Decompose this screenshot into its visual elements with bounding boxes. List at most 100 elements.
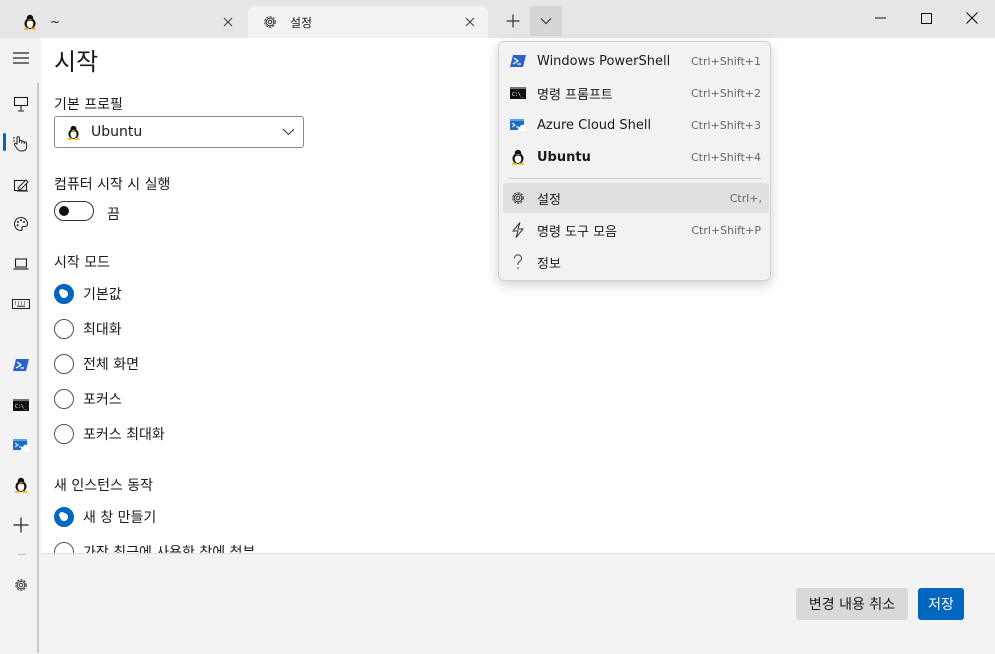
ubuntu-tux-icon xyxy=(14,477,28,493)
hamburger-icon xyxy=(13,52,29,64)
powershell-icon xyxy=(509,52,527,70)
menu-item-shortcut: Ctrl+Shift+2 xyxy=(690,86,761,100)
menu-item-label: 정보 xyxy=(537,256,561,272)
menu-item-shortcut: Ctrl+Shift+P xyxy=(691,223,761,237)
azure-cloud-shell-icon xyxy=(13,439,29,451)
default-profile-label: 기본 프로필 xyxy=(54,97,123,113)
ubuntu-tux-icon xyxy=(509,148,527,166)
new-tab-button[interactable] xyxy=(497,6,529,36)
nav-selection-indicator xyxy=(3,133,6,151)
radio-launch-mode-maximized-focus[interactable]: 포커스 최대화 xyxy=(54,423,165,445)
appearance-icon xyxy=(13,179,29,192)
nav-item-powershell[interactable] xyxy=(8,352,34,378)
menu-item-label: Windows PowerShell xyxy=(537,53,671,69)
nav-item-command-prompt[interactable]: C:\_ xyxy=(8,392,34,418)
tab-label: 설정 xyxy=(290,15,313,30)
nav-item-color-schemes[interactable] xyxy=(8,211,34,237)
minimize-icon xyxy=(874,17,886,19)
nav-item-appearance[interactable] xyxy=(8,172,34,198)
chevron-down-icon xyxy=(540,18,552,25)
launch-on-startup-label: 컴퓨터 시작 시 실행 xyxy=(54,177,171,193)
radio-circle xyxy=(54,389,74,409)
svg-text:C:\_: C:\_ xyxy=(512,92,525,98)
maximize-button[interactable] xyxy=(903,0,949,36)
palette-icon xyxy=(13,216,29,232)
menu-item-settings[interactable]: 설정 Ctrl+, xyxy=(503,183,769,213)
radio-label: 포커스 최대화 xyxy=(83,427,165,443)
save-button[interactable]: 저장 xyxy=(918,588,964,620)
nav-item-open-json[interactable] xyxy=(8,572,34,598)
menu-item-shortcut: Ctrl+Shift+4 xyxy=(690,150,761,164)
title-bar: ~ 설정 xyxy=(0,0,995,38)
radio-label: 포커스 xyxy=(83,392,122,408)
discard-changes-button[interactable]: 변경 내용 취소 xyxy=(796,588,908,620)
menu-item-ubuntu[interactable]: Ubuntu Ctrl+Shift+4 xyxy=(499,142,772,172)
nav-item-rendering[interactable] xyxy=(8,251,34,277)
profile-dropdown-button[interactable] xyxy=(530,6,562,36)
plus-icon xyxy=(506,14,520,28)
menu-item-label: Azure Cloud Shell xyxy=(537,117,652,133)
menu-item-shortcut: Ctrl+, xyxy=(729,191,762,205)
plus-icon xyxy=(13,517,29,533)
new-instance-label: 새 인스턴스 동작 xyxy=(54,478,154,494)
nav-item-startup[interactable] xyxy=(8,91,34,117)
chevron-down-icon xyxy=(282,125,295,142)
maximize-icon xyxy=(920,12,932,24)
cmd-icon: C:\_ xyxy=(509,84,527,102)
nav-rail: C:\_ xyxy=(0,38,41,654)
radio-circle xyxy=(54,507,74,527)
close-tab-icon[interactable] xyxy=(218,12,238,32)
ubuntu-tux-icon xyxy=(67,125,83,140)
gear-icon xyxy=(260,12,280,32)
radio-launch-mode-default[interactable]: 기본값 xyxy=(54,283,122,305)
menu-item-shortcut: Ctrl+Shift+3 xyxy=(690,118,761,132)
nav-item-actions[interactable] xyxy=(8,291,34,317)
radio-label: 기본값 xyxy=(83,287,122,303)
menu-item-label: 명령 프롬프트 xyxy=(537,87,613,103)
menu-item-shortcut: Ctrl+Shift+1 xyxy=(690,54,761,68)
close-tab-icon[interactable] xyxy=(460,12,480,32)
azure-cloud-shell-icon xyxy=(509,116,527,134)
startup-icon xyxy=(13,96,29,112)
close-icon xyxy=(966,12,978,24)
laptop-icon xyxy=(13,258,29,270)
cmd-icon: C:\_ xyxy=(13,399,29,411)
tab-settings[interactable]: 설정 xyxy=(248,6,488,38)
minimize-button[interactable] xyxy=(857,0,903,36)
menu-item-azure-cloud-shell[interactable]: Azure Cloud Shell Ctrl+Shift+3 xyxy=(499,110,772,140)
launch-on-startup-toggle[interactable] xyxy=(54,201,94,221)
nav-item-interaction[interactable] xyxy=(8,131,34,157)
gear-icon xyxy=(509,189,527,207)
radio-new-instance-new-window[interactable]: 새 창 만들기 xyxy=(54,506,156,528)
radio-launch-mode-maximized[interactable]: 최대화 xyxy=(54,318,122,340)
keyboard-icon xyxy=(12,299,30,309)
lightning-icon xyxy=(509,221,527,239)
menu-item-label: Ubuntu xyxy=(537,149,591,165)
menu-item-command-palette[interactable]: 명령 도구 모음 Ctrl+Shift+P xyxy=(499,215,772,245)
nav-item-add-profile[interactable] xyxy=(8,512,34,538)
menu-item-about[interactable]: 정보 xyxy=(499,247,772,277)
toggle-knob xyxy=(59,206,69,216)
radio-circle xyxy=(54,424,74,444)
page-title: 시작 xyxy=(54,48,99,76)
tab-ubuntu[interactable]: ~ xyxy=(8,6,246,38)
radio-launch-mode-focus[interactable]: 포커스 xyxy=(54,388,122,410)
gear-icon xyxy=(15,579,27,591)
menu-item-windows-powershell[interactable]: Windows PowerShell Ctrl+Shift+1 xyxy=(499,46,772,76)
menu-separator xyxy=(509,178,761,179)
hamburger-menu-button[interactable] xyxy=(8,45,34,71)
nav-item-azure-cloud-shell[interactable] xyxy=(8,432,34,458)
question-icon xyxy=(509,253,527,271)
rail-scrollbar[interactable] xyxy=(37,83,39,653)
radio-launch-mode-fullscreen[interactable]: 전체 화면 xyxy=(54,353,139,375)
menu-item-command-prompt[interactable]: C:\_ 명령 프롬프트 Ctrl+Shift+2 xyxy=(499,78,772,108)
default-profile-combobox[interactable]: Ubuntu xyxy=(54,116,304,148)
radio-label: 최대화 xyxy=(83,322,122,338)
pointer-hand-icon xyxy=(13,136,28,152)
close-window-button[interactable] xyxy=(949,0,995,36)
settings-footer: 변경 내용 취소 저장 xyxy=(41,553,995,654)
powershell-icon xyxy=(13,359,29,371)
nav-item-ubuntu[interactable] xyxy=(8,472,34,498)
radio-circle xyxy=(54,319,74,339)
default-profile-value: Ubuntu xyxy=(91,124,143,140)
